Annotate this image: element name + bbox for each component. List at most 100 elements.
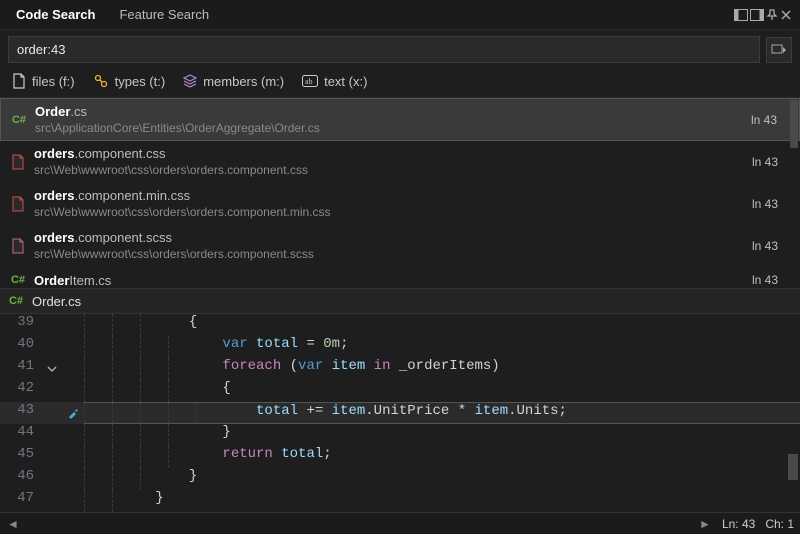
fold-gutter [42, 380, 62, 402]
screwdriver-icon [66, 406, 80, 420]
line-number: 40 [0, 336, 42, 358]
filter-label: text (x:) [324, 74, 367, 89]
code-text: } [84, 468, 800, 490]
glyph-margin [62, 424, 84, 446]
result-line-number: ln 43 [752, 239, 790, 253]
status-line: Ln: 43 [722, 517, 755, 531]
code-text: } [84, 424, 800, 446]
code-text: } [84, 490, 800, 512]
tab-feature-search[interactable]: Feature Search [107, 1, 221, 28]
chevron-down-icon [47, 364, 57, 374]
filter-files[interactable]: files (f:) [12, 73, 75, 89]
line-number: 46 [0, 468, 42, 490]
glyph-margin [62, 358, 84, 380]
fold-gutter [42, 446, 62, 468]
fold-gutter [42, 402, 62, 424]
close-icon[interactable] [780, 9, 792, 21]
scroll-left-icon[interactable]: ◄ [6, 517, 20, 531]
css-file-icon [10, 154, 26, 170]
line-number: 44 [0, 424, 42, 446]
cs-file-icon: C# [10, 272, 26, 288]
line-number: 45 [0, 446, 42, 468]
code-line[interactable]: 46 } [0, 468, 800, 490]
code-preview[interactable]: 39 {40 var total = 0m;41 foreach (var it… [0, 314, 800, 514]
line-number: 47 [0, 490, 42, 512]
css-file-icon [10, 196, 26, 212]
window-controls [734, 9, 796, 21]
code-line[interactable]: 42 { [0, 380, 800, 402]
code-line[interactable]: 43 total += item.UnitPrice * item.Units; [0, 402, 800, 424]
result-title: orders.component.scss [34, 230, 744, 245]
scroll-right-icon[interactable]: ► [698, 517, 712, 531]
glyph-margin [62, 490, 84, 512]
code-text: { [84, 380, 800, 402]
result-title: orders.component.min.css [34, 188, 744, 203]
code-text: { [84, 314, 800, 336]
fold-gutter [42, 468, 62, 490]
filter-label: types (t:) [115, 74, 166, 89]
filter-members[interactable]: members (m:) [183, 74, 284, 89]
result-title: Order.cs [35, 104, 743, 119]
result-line-number: ln 43 [751, 113, 789, 127]
code-line[interactable]: 40 var total = 0m; [0, 336, 800, 358]
pin-icon[interactable] [766, 9, 778, 21]
code-text: var total = 0m; [84, 336, 800, 358]
preview-header: C# Order.cs [0, 288, 800, 314]
result-title: OrderItem.cs [34, 273, 744, 288]
result-row[interactable]: C# Order.cs src\ApplicationCore\Entities\O… [0, 98, 800, 141]
cs-file-icon: C# [8, 293, 24, 309]
code-line[interactable]: 45 return total; [0, 446, 800, 468]
tab-code-search[interactable]: Code Search [4, 1, 107, 28]
code-text: total += item.UnitPrice * item.Units; [84, 402, 800, 424]
members-icon [183, 74, 197, 88]
file-icon [12, 73, 26, 89]
fold-gutter [42, 314, 62, 336]
search-settings-dropdown[interactable] [766, 37, 792, 63]
result-path: src\Web\wwwroot\css\orders\orders.compon… [34, 163, 744, 177]
glyph-margin [62, 314, 84, 336]
line-number: 39 [0, 314, 42, 336]
filter-row: files (f:) types (t:) members (m:) ab te… [0, 69, 800, 98]
dock-left-icon[interactable] [734, 9, 748, 21]
result-row[interactable]: orders.component.scsssrc\Web\wwwroot\css… [0, 225, 800, 267]
results-scrollbar-thumb[interactable] [790, 100, 798, 148]
search-input[interactable] [8, 36, 760, 63]
scss-file-icon [10, 238, 26, 254]
result-path: src\Web\wwwroot\css\orders\orders.compon… [34, 205, 744, 219]
glyph-margin [62, 380, 84, 402]
filter-types[interactable]: types (t:) [93, 73, 166, 89]
cs-file-icon: C# [11, 112, 27, 128]
result-line-number: ln 43 [752, 197, 790, 211]
fold-gutter [42, 490, 62, 512]
glyph-margin [62, 446, 84, 468]
status-col: Ch: 1 [765, 517, 794, 531]
fold-gutter[interactable] [42, 358, 62, 380]
line-number: 41 [0, 358, 42, 380]
result-path: src\ApplicationCore\Entities\OrderAggreg… [35, 121, 743, 135]
types-icon [93, 73, 109, 89]
fold-gutter [42, 336, 62, 358]
svg-text:ab: ab [305, 77, 313, 86]
result-title: orders.component.css [34, 146, 744, 161]
result-row[interactable]: C# OrderItem.cs ln 43 [0, 267, 800, 288]
glyph-margin [62, 468, 84, 490]
tab-bar: Code Search Feature Search [0, 0, 800, 30]
status-bar: ◄ ► Ln: 43 Ch: 1 [0, 512, 800, 534]
filter-label: files (f:) [32, 74, 75, 89]
filter-text[interactable]: ab text (x:) [302, 74, 367, 89]
code-line[interactable]: 39 { [0, 314, 800, 336]
code-text: foreach (var item in _orderItems) [84, 358, 800, 380]
filter-label: members (m:) [203, 74, 284, 89]
preview-filename: Order.cs [32, 294, 81, 309]
result-line-number: ln 43 [752, 273, 790, 287]
code-line[interactable]: 41 foreach (var item in _orderItems) [0, 358, 800, 380]
line-number: 42 [0, 380, 42, 402]
dock-right-icon[interactable] [750, 9, 764, 21]
search-row [0, 30, 800, 69]
result-row[interactable]: orders.component.css src\Web\wwwroot\css\… [0, 141, 800, 183]
code-text: return total; [84, 446, 800, 468]
code-line[interactable]: 47 } [0, 490, 800, 512]
code-line[interactable]: 44 } [0, 424, 800, 446]
result-row[interactable]: orders.component.min.css src\Web\wwwroot\… [0, 183, 800, 225]
glyph-margin [62, 336, 84, 358]
